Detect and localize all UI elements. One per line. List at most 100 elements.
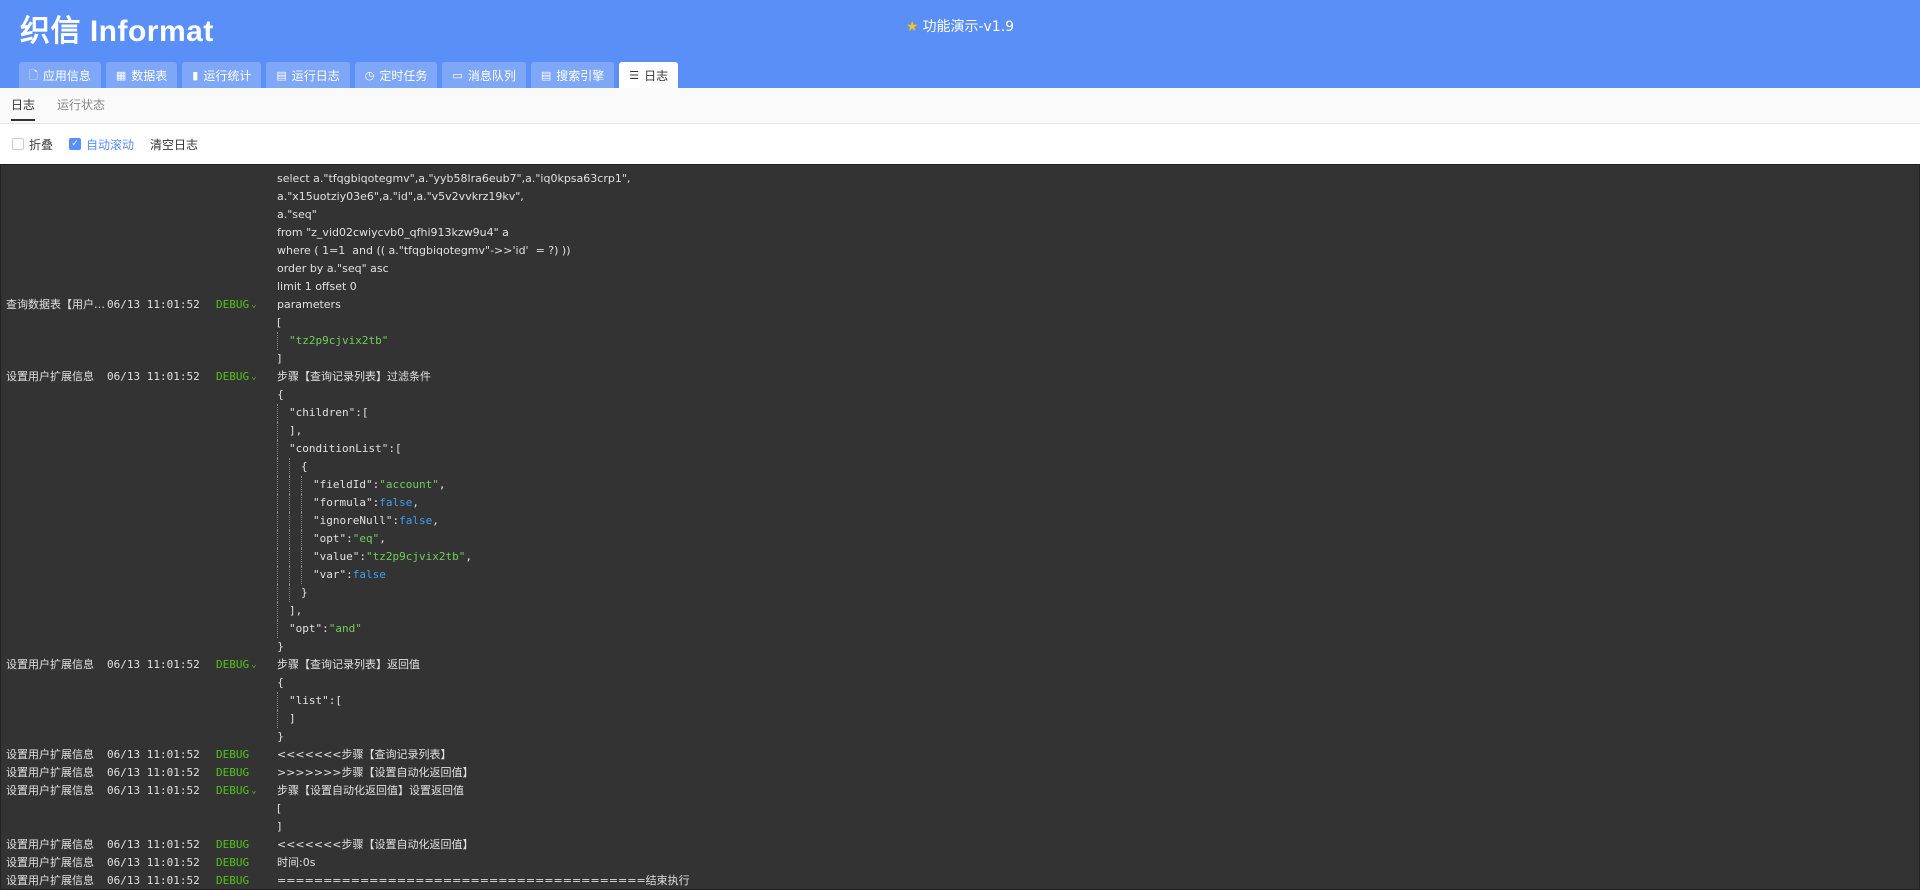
log-source: 设置用户扩展信息	[6, 784, 94, 797]
log-text: [	[277, 314, 281, 332]
log-text: "opt":"and"	[277, 620, 362, 638]
log-meta	[1, 800, 277, 818]
log-text: <<<<<<<步骤【设置自动化返回值】	[277, 836, 474, 854]
log-meta	[1, 602, 277, 620]
log-time: 06/13 11:01:52	[107, 784, 200, 797]
indent-guide	[289, 512, 301, 530]
tab-6[interactable]: ▤ 搜索引擎	[530, 62, 615, 88]
tab-label: 消息队列	[467, 68, 516, 83]
json-key: ],	[289, 424, 303, 437]
log-meta	[1, 638, 277, 656]
log-source: 设置用户扩展信息	[6, 370, 94, 383]
tab-7[interactable]: ☰ 日志	[619, 62, 679, 88]
log-meta	[1, 242, 277, 260]
log-console[interactable]: select a."tfqgbiqotegmv",a."yyb58lra6eub…	[0, 164, 1920, 890]
log-message: [	[277, 316, 282, 329]
log-line: a."seq"	[1, 206, 1919, 224]
tab-1[interactable]: ▦ 数据表	[105, 62, 178, 88]
indent-guide	[277, 440, 289, 458]
log-meta	[1, 728, 277, 746]
log-line: order by a."seq" asc	[1, 260, 1919, 278]
log-message: a."x15uotziy03e6",a."id",a."v5v2vvkrz19k…	[277, 190, 524, 203]
json-key: "opt":	[289, 622, 329, 635]
indent-guide	[289, 476, 301, 494]
subtabs: 日志 运行状态	[0, 88, 1920, 124]
log-text: 步骤【查询记录列表】返回值	[277, 656, 420, 674]
log-text: }	[277, 584, 308, 602]
expand-chevron-icon[interactable]: ⌄	[251, 782, 256, 800]
indent-guide	[277, 530, 289, 548]
json-value: false	[352, 568, 386, 581]
log-message: order by a."seq" asc	[277, 262, 389, 275]
log-line: ]	[1, 710, 1919, 728]
log-meta	[1, 530, 277, 548]
app-header: 织信 Informat ★ 功能演示-v1.9 🗋 应用信息 ▦ 数据表 ▮ 运行统计 ▤ 运行…	[0, 0, 1920, 88]
tab-3[interactable]: ▤ 运行日志	[266, 62, 350, 88]
log-level: DEBUG	[216, 784, 250, 797]
log-text: <<<<<<<步骤【查询记录列表】	[277, 746, 452, 764]
log-text: "opt":"eq",	[277, 530, 386, 548]
log-meta	[1, 494, 277, 512]
expand-chevron-icon[interactable]: ⌄	[251, 656, 256, 674]
log-line: }	[1, 638, 1919, 656]
log-source: 设置用户扩展信息	[6, 874, 94, 887]
log-line: "value":"tz2p9cjvix2tb",	[1, 548, 1919, 566]
log-text: 步骤【设置自动化返回值】设置返回值	[277, 782, 464, 800]
list-icon: ☰	[629, 68, 640, 82]
log-line: "children":[	[1, 404, 1919, 422]
clear-log-button[interactable]: 清空日志	[150, 136, 198, 153]
log-line: "conditionList":[	[1, 440, 1919, 458]
indent-guide	[301, 566, 313, 584]
log-meta	[1, 710, 277, 728]
log-meta: 查询数据表【用户扩展信息】06/13 11:01:52 DEBUG⌄	[1, 296, 277, 314]
log-icon: ▤	[276, 68, 287, 82]
json-key: "value":	[313, 550, 366, 563]
expand-chevron-icon[interactable]: ⌄	[251, 368, 256, 386]
log-message: a."seq"	[277, 208, 317, 221]
log-text: "var":false	[277, 566, 386, 584]
log-line: "fieldId":"account",	[1, 476, 1919, 494]
tab-2[interactable]: ▮ 运行统计	[182, 62, 262, 88]
log-level: DEBUG	[216, 298, 250, 311]
json-value: false	[379, 496, 413, 509]
indent-guide	[277, 710, 289, 728]
log-message: <<<<<<<步骤【设置自动化返回值】	[277, 838, 474, 851]
log-line: "list":[	[1, 692, 1919, 710]
indent-guide	[277, 458, 289, 476]
subtab-status[interactable]: 运行状态	[57, 96, 105, 119]
indent-guide	[301, 530, 313, 548]
indent-guide	[277, 404, 289, 422]
log-time: 06/13 11:01:52	[107, 766, 200, 779]
json-key: "opt":	[313, 532, 353, 545]
message-icon: ▭	[452, 68, 463, 82]
log-source: 查询数据表【用户扩展信息】	[6, 298, 107, 311]
log-line: 设置用户扩展信息 06/13 11:01:52 DEBUG ⌄ 步骤【查询记录列表】过滤…	[1, 368, 1919, 386]
log-text: {	[277, 386, 284, 404]
document-icon: 🗋	[29, 68, 38, 82]
log-message: 步骤【查询记录列表】过滤条件	[277, 370, 431, 383]
log-message: select a."tfqgbiqotegmv",a."yyb58lra6eub…	[277, 172, 631, 185]
log-meta: 设置用户扩展信息 06/13 11:01:52 DEBUG	[1, 746, 277, 764]
tab-5[interactable]: ▭ 消息队列	[442, 62, 526, 88]
expand-chevron-icon[interactable]: ⌄	[251, 296, 256, 314]
indent-guide	[277, 476, 289, 494]
search-engine-icon: ▤	[540, 68, 552, 82]
json-key: "var":	[313, 568, 353, 581]
log-message: parameters	[277, 298, 341, 311]
subtab-log[interactable]: 日志	[11, 96, 36, 121]
log-text: "conditionList":[	[277, 440, 402, 458]
log-text: "children":[	[277, 404, 368, 422]
tab-0[interactable]: 🗋 应用信息	[19, 62, 101, 88]
log-time: 06/13 11:01:52	[107, 874, 200, 887]
log-message: where ( 1=1 and (( a."tfqgbiqotegmv"->>'…	[277, 244, 571, 257]
tab-label: 应用信息	[42, 68, 91, 83]
tab-4[interactable]: ◷ 定时任务	[354, 62, 438, 88]
log-meta: 设置用户扩展信息 06/13 11:01:52 DEBUG ⌄	[1, 656, 277, 674]
indent-guide	[301, 512, 313, 530]
log-meta	[1, 692, 277, 710]
log-text: a."seq"	[277, 206, 317, 224]
log-message: {	[277, 388, 284, 401]
json-key: ],	[289, 604, 303, 617]
fold-checkbox[interactable]: 折叠	[12, 136, 53, 153]
autoscroll-checkbox[interactable]: ✓ 自动滚动	[69, 136, 134, 153]
